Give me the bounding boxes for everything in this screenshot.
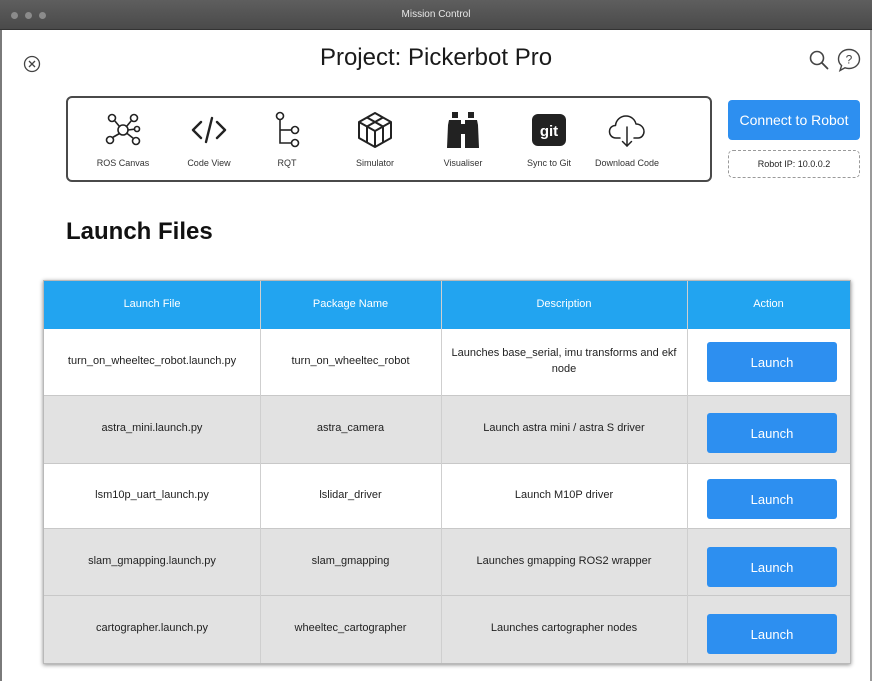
table-row: turn_on_wheeltec_robot.launch.py turn_on… — [44, 329, 850, 395]
launch-file-cell: lsm10p_uart_launch.py — [95, 488, 209, 501]
tool-code-view[interactable]: Code View — [172, 106, 246, 178]
row-divider — [44, 595, 850, 596]
search-icon[interactable] — [808, 49, 830, 71]
package-name-cell: lslidar_driver — [319, 488, 382, 501]
column-header-action: Action — [753, 298, 784, 311]
connect-to-robot-button[interactable]: Connect to Robot — [728, 100, 860, 140]
page-title: Project: Pickerbot Pro — [319, 44, 553, 71]
tool-label: Simulator — [355, 158, 394, 168]
column-divider — [441, 281, 442, 663]
network-graph-icon — [103, 110, 143, 150]
launch-button[interactable]: Launch — [707, 413, 837, 453]
launch-button[interactable]: Launch — [707, 479, 837, 519]
tool-label: Visualiser — [443, 158, 483, 168]
code-brackets-icon — [189, 110, 229, 150]
tool-palette: ROS Canvas Code View RQT Simulator Visua… — [66, 96, 712, 182]
tool-simulator[interactable]: Simulator — [338, 106, 412, 178]
section-title: Launch Files — [66, 218, 213, 245]
row-divider — [44, 463, 850, 464]
description-cell: Launches base_serial, imu transforms and… — [451, 347, 677, 375]
tool-label: Download Code — [594, 158, 660, 168]
launch-file-cell: slam_gmapping.launch.py — [88, 554, 216, 567]
table-row: astra_mini.launch.py astra_camera Launch… — [44, 395, 850, 463]
description-cell: Launch M10P driver — [514, 488, 614, 501]
table-row: slam_gmapping.launch.py slam_gmapping La… — [44, 528, 850, 595]
package-name-cell: wheeltec_cartographer — [294, 622, 407, 635]
tool-download-code[interactable]: Download Code — [590, 106, 664, 178]
tool-visualiser[interactable]: Visualiser — [426, 106, 500, 178]
launch-file-cell: turn_on_wheeltec_robot.launch.py — [67, 355, 237, 368]
tool-ros-canvas[interactable]: ROS Canvas — [86, 106, 160, 178]
column-divider — [260, 281, 261, 663]
column-header-launch-file: Launch File — [123, 298, 181, 311]
launch-file-cell: cartographer.launch.py — [96, 622, 208, 635]
column-header-package-name: Package Name — [312, 298, 389, 311]
cloud-download-icon — [607, 110, 647, 150]
window-titlebar: Mission Control — [0, 0, 872, 30]
tool-label: RQT — [277, 158, 297, 168]
svg-text:?: ? — [846, 53, 853, 67]
help-icon[interactable]: ? — [836, 47, 862, 73]
git-badge-text: git — [540, 123, 558, 140]
table-row: lsm10p_uart_launch.py lslidar_driver Lau… — [44, 463, 850, 528]
package-name-cell: slam_gmapping — [311, 554, 390, 567]
description-cell: Launch astra mini / astra S driver — [483, 422, 645, 435]
cube-icon — [355, 110, 395, 150]
row-divider — [44, 395, 850, 396]
tool-label: Sync to Git — [526, 158, 571, 168]
package-name-cell: astra_camera — [316, 422, 385, 435]
table-header: Launch File Package Name Description Act… — [44, 281, 850, 329]
column-header-description: Description — [536, 298, 592, 311]
window-title: Mission Control — [401, 9, 471, 20]
tree-branch-icon — [267, 110, 307, 150]
table-row: cartographer.launch.py wheeltec_cartogra… — [44, 595, 850, 663]
window-frame-left — [0, 30, 2, 681]
robot-ip-label: Robot IP: 10.0.0.2 — [728, 150, 860, 178]
description-cell: Launches cartographer nodes — [490, 622, 638, 635]
package-name-cell: turn_on_wheeltec_robot — [291, 355, 410, 368]
tool-sync-to-git[interactable]: git Sync to Git — [512, 106, 586, 178]
launch-button[interactable]: Launch — [707, 547, 837, 587]
description-cell: Launches gmapping ROS2 wrapper — [476, 554, 652, 567]
binoculars-icon — [443, 110, 483, 150]
tool-rqt[interactable]: RQT — [250, 106, 324, 178]
launch-files-table: Launch File Package Name Description Act… — [43, 280, 851, 664]
launch-button[interactable]: Launch — [707, 614, 837, 654]
row-divider — [44, 528, 850, 529]
git-icon: git — [529, 110, 569, 150]
launch-file-cell: astra_mini.launch.py — [101, 422, 203, 435]
launch-button[interactable]: Launch — [707, 342, 837, 382]
tool-label: ROS Canvas — [96, 158, 150, 168]
tool-label: Code View — [187, 158, 231, 168]
column-divider — [687, 281, 688, 663]
